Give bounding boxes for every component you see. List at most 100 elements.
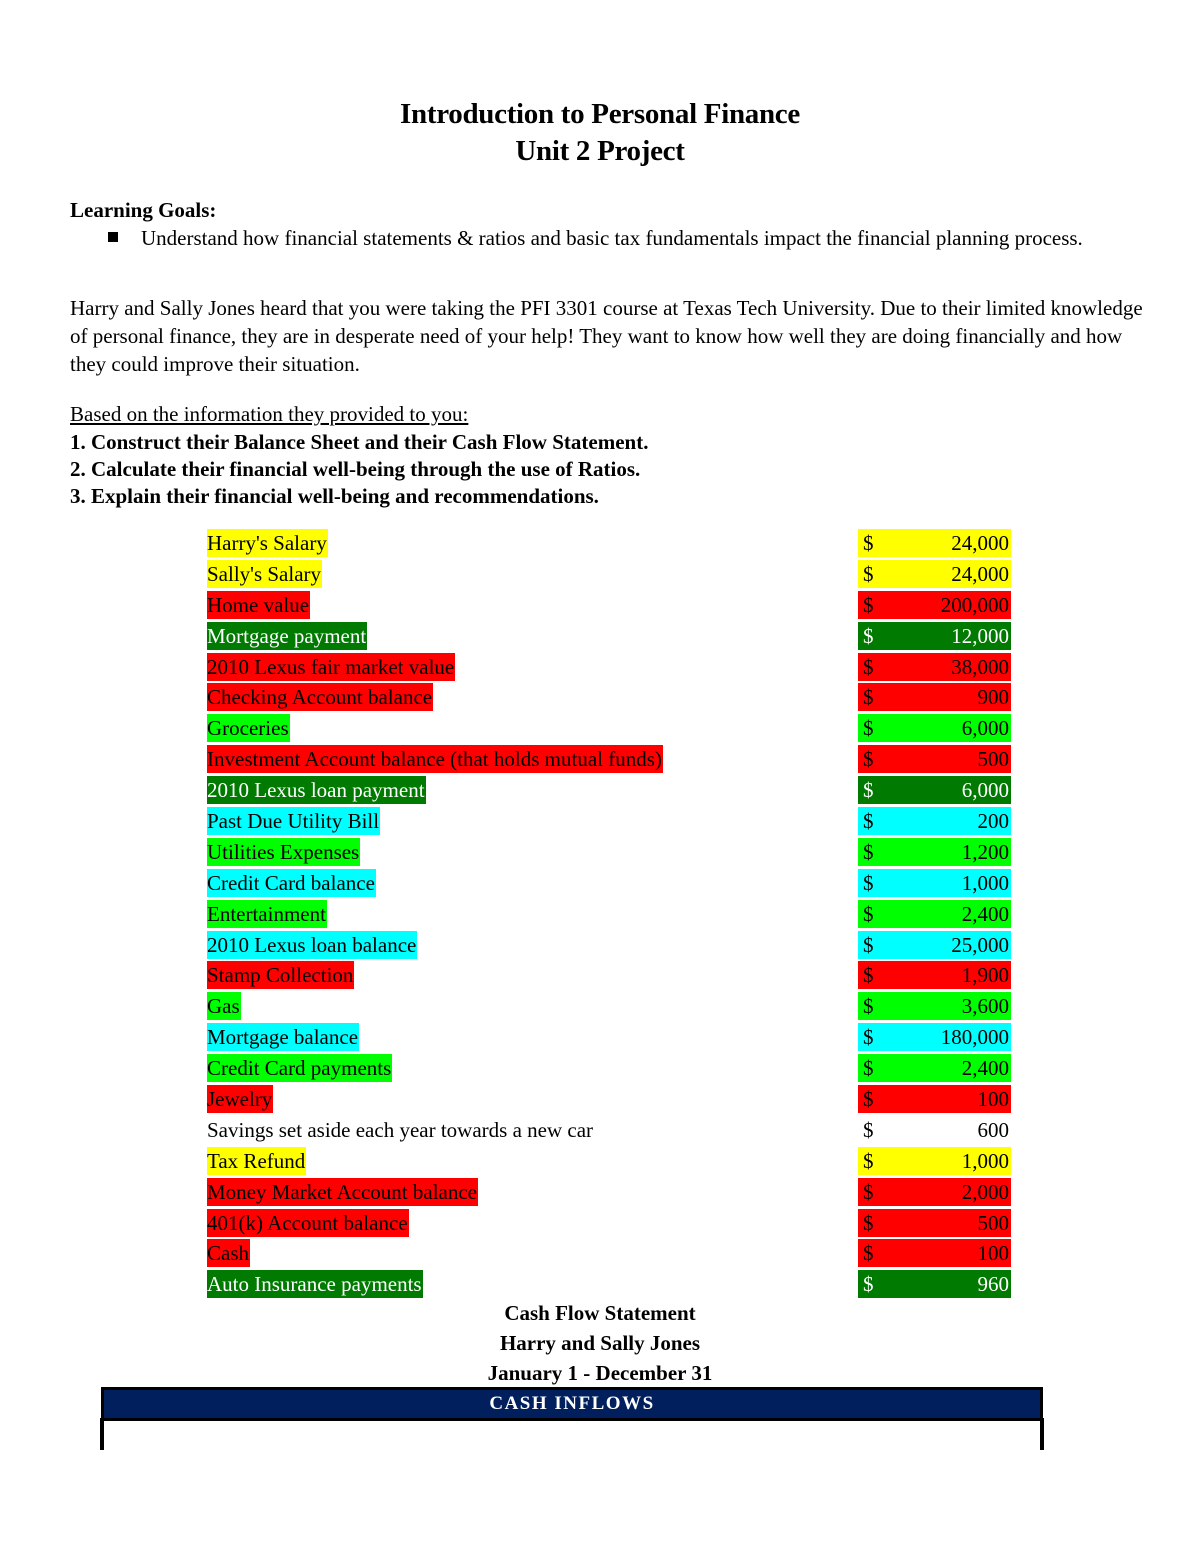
item-label: Past Due Utility Bill <box>207 807 381 836</box>
list-item: 2010 Lexus loan payment $6,000 <box>207 775 1017 806</box>
currency-symbol: $ <box>863 1025 874 1050</box>
currency-symbol: $ <box>863 716 874 741</box>
item-label: Auto Insurance payments <box>207 1270 423 1299</box>
amount-value: 24,000 <box>951 561 1009 586</box>
item-label: Gas <box>207 992 241 1021</box>
currency-symbol: $ <box>863 1148 874 1173</box>
currency-symbol: $ <box>863 1272 874 1297</box>
cash-flow-names: Harry and Sally Jones <box>499 1331 701 1355</box>
currency-symbol: $ <box>863 963 874 988</box>
item-amount: $200 <box>858 807 1011 836</box>
amount-value: 600 <box>977 1117 1010 1142</box>
item-label: Groceries <box>207 714 290 743</box>
item-label: Mortgage balance <box>207 1023 360 1052</box>
item-label: Harry's Salary <box>207 529 328 557</box>
currency-symbol: $ <box>863 839 874 864</box>
list-item: Stamp Collection $1,900 <box>207 960 1017 991</box>
list-item: 401(k) Account balance $500 <box>207 1208 1017 1239</box>
list-item: Credit Card balance $1,000 <box>207 868 1017 899</box>
amount-value: 1,000 <box>961 1148 1009 1173</box>
amount-value: 12,000 <box>951 623 1009 648</box>
currency-symbol: $ <box>863 994 874 1019</box>
instructions-lead: Based on the information they provided t… <box>70 402 469 426</box>
currency-symbol: $ <box>863 778 874 803</box>
list-item: Groceries $6,000 <box>207 713 1017 744</box>
currency-symbol: $ <box>863 592 874 617</box>
item-label: Jewelry <box>207 1085 274 1114</box>
item-label: Home value <box>207 590 311 619</box>
item-label: Checking Account balance <box>207 683 434 712</box>
amount-value: 2,400 <box>961 1056 1009 1081</box>
amount-value: 200 <box>977 809 1010 834</box>
task-3: 3. Explain their financial well-being an… <box>70 484 599 508</box>
currency-symbol: $ <box>863 1117 874 1142</box>
cash-flow-period: January 1 - December 31 <box>487 1361 713 1385</box>
item-label: Savings set aside each year towards a ne… <box>207 1117 594 1142</box>
amount-value: 38,000 <box>951 654 1009 679</box>
intro-paragraph: Harry and Sally Jones heard that you wer… <box>70 296 1143 376</box>
list-item: Mortgage payment $12,000 <box>207 621 1017 652</box>
item-amount: $2,000 <box>858 1177 1011 1206</box>
item-amount: $6,000 <box>858 714 1011 743</box>
item-amount: $600 <box>858 1116 1011 1144</box>
currency-symbol: $ <box>863 870 874 895</box>
amount-value: 1,900 <box>961 963 1009 988</box>
list-item: Tax Refund $1,000 <box>207 1146 1017 1177</box>
list-item: Checking Account balance $900 <box>207 682 1017 713</box>
amount-value: 500 <box>977 1210 1010 1235</box>
item-label: Credit Card payments <box>207 1054 393 1083</box>
currency-symbol: $ <box>863 1210 874 1235</box>
currency-symbol: $ <box>863 747 874 772</box>
item-amount: $24,000 <box>858 559 1011 588</box>
task-2: 2. Calculate their financial well-being … <box>70 457 641 481</box>
amount-value: 6,000 <box>961 778 1009 803</box>
item-label: Investment Account balance (that holds m… <box>207 745 663 774</box>
item-label: Mortgage payment <box>207 621 368 650</box>
item-label: Sally's Salary <box>207 559 323 588</box>
amount-value: 3,600 <box>961 994 1009 1019</box>
list-item: Investment Account balance (that holds m… <box>207 744 1017 775</box>
amount-value: 500 <box>977 747 1010 772</box>
list-item: Money Market Account balance $2,000 <box>207 1177 1017 1208</box>
item-amount: $1,000 <box>858 868 1011 897</box>
currency-symbol: $ <box>863 901 874 926</box>
amount-value: 2,000 <box>961 1179 1009 1204</box>
item-amount: $900 <box>858 683 1011 712</box>
item-label: 2010 Lexus loan payment <box>207 776 426 805</box>
currency-symbol: $ <box>863 1179 874 1204</box>
list-item: Sally's Salary $24,000 <box>207 559 1017 590</box>
item-amount: $2,400 <box>858 899 1011 928</box>
list-item: Credit Card payments $2,400 <box>207 1053 1017 1084</box>
table-border-right <box>1040 1418 1044 1450</box>
list-item: Harry's Salary $24,000 <box>207 528 1017 559</box>
item-label: Tax Refund <box>207 1146 307 1175</box>
amount-value: 2,400 <box>961 901 1009 926</box>
item-label: Cash <box>207 1239 250 1268</box>
item-label: Entertainment <box>207 899 327 928</box>
currency-symbol: $ <box>863 1087 874 1112</box>
list-item: Past Due Utility Bill $200 <box>207 806 1017 837</box>
amount-value: 960 <box>977 1272 1010 1297</box>
currency-symbol: $ <box>863 685 874 710</box>
cash-flow-title: Cash Flow Statement <box>504 1301 696 1325</box>
list-item: 2010 Lexus loan balance $25,000 <box>207 930 1017 961</box>
currency-symbol: $ <box>863 654 874 679</box>
item-amount: $24,000 <box>858 529 1011 557</box>
list-item: Auto Insurance payments $960 <box>207 1269 1017 1300</box>
currency-symbol: $ <box>863 1241 874 1266</box>
item-label: 2010 Lexus loan balance <box>207 930 418 959</box>
table-border-left <box>100 1418 104 1450</box>
item-amount: $100 <box>858 1085 1011 1114</box>
amount-value: 900 <box>977 685 1010 710</box>
item-label: Utilities Expenses <box>207 837 361 866</box>
item-amount: $500 <box>858 745 1011 774</box>
list-item: Gas $3,600 <box>207 991 1017 1022</box>
item-amount: $100 <box>858 1239 1011 1268</box>
list-item: Jewelry $100 <box>207 1084 1017 1115</box>
item-amount: $1,200 <box>858 837 1011 866</box>
item-amount: $25,000 <box>858 930 1011 959</box>
item-amount: $960 <box>858 1270 1011 1299</box>
learning-goal-item: Understand how financial statements & ra… <box>141 226 1083 250</box>
list-item: Utilities Expenses $1,200 <box>207 837 1017 868</box>
item-amount: $2,400 <box>858 1054 1011 1083</box>
